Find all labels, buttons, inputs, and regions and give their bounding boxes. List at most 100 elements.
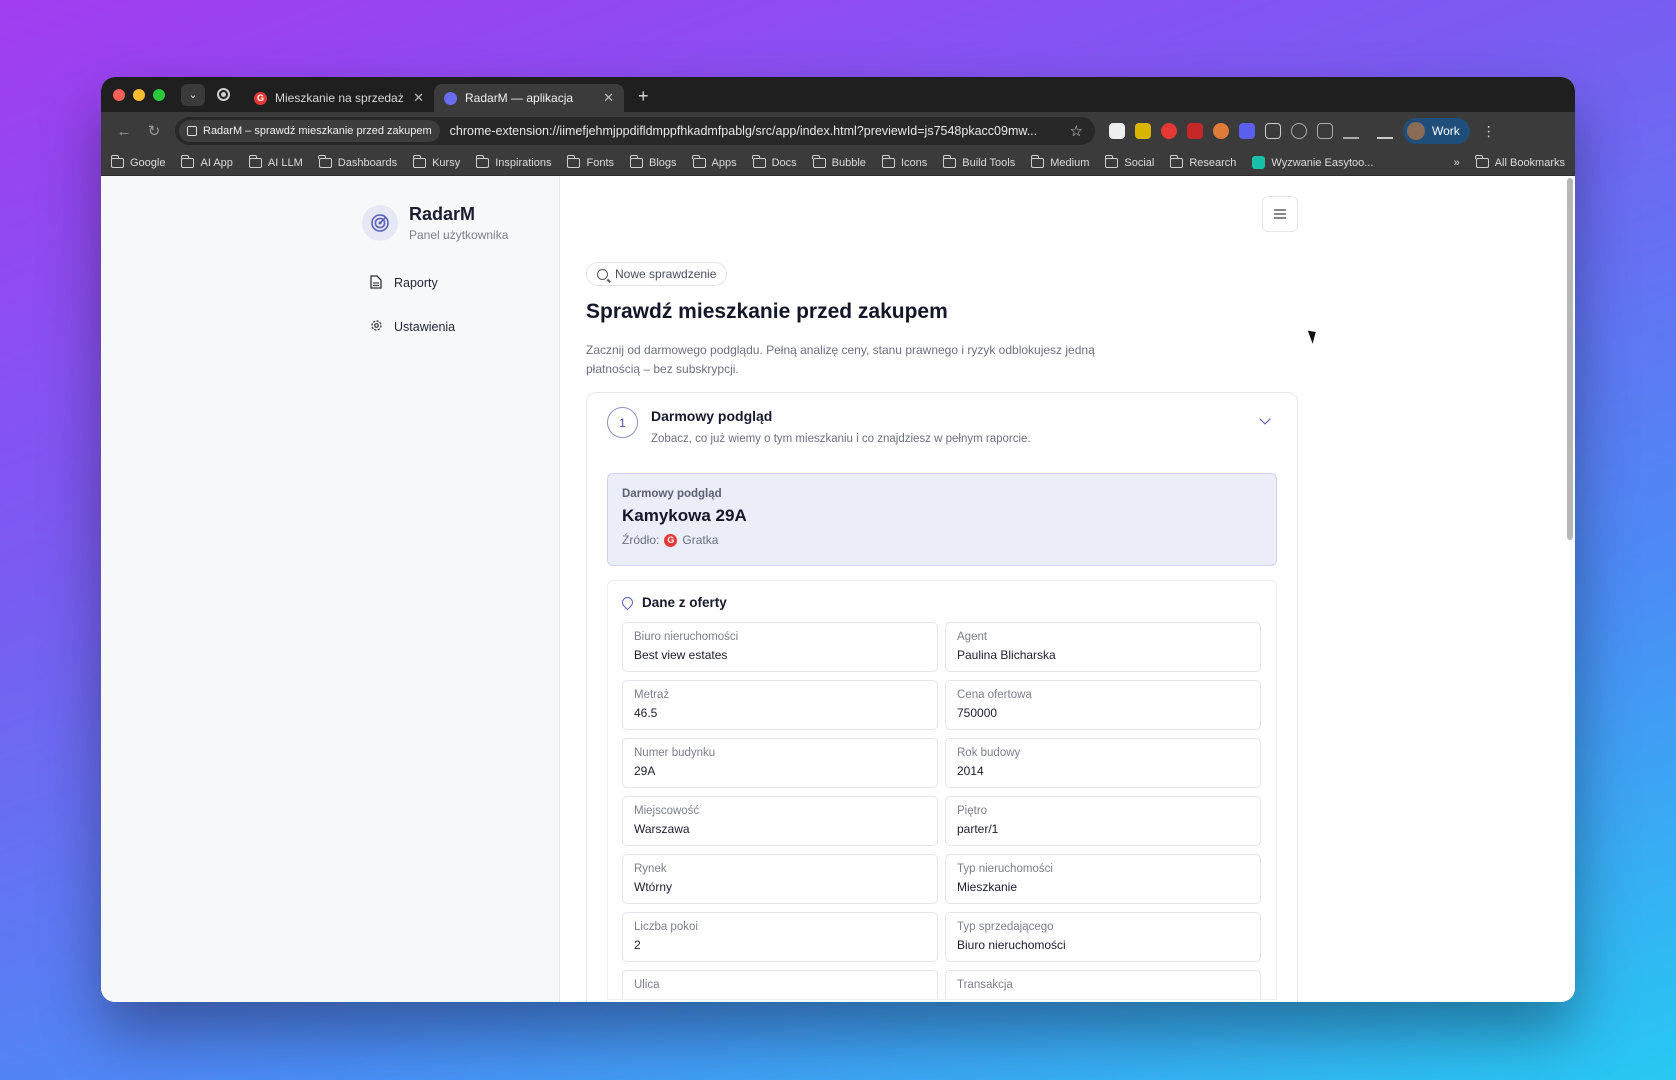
field-miejscowosc: Miejscowość Warszawa (622, 796, 938, 846)
bookmark-star-icon[interactable]: ☆ (1070, 122, 1083, 140)
search-icon (597, 268, 608, 280)
hamburger-menu-button[interactable] (1262, 196, 1298, 232)
link-icon[interactable] (1343, 123, 1359, 139)
preview-address: Kamykowa 29A (622, 506, 747, 525)
new-tab-button[interactable]: + (638, 86, 649, 107)
bookmark-item[interactable]: Docs (752, 154, 797, 169)
bookmark-item[interactable]: Wyzwanie Easytoo... (1252, 156, 1373, 169)
extension-chip[interactable]: RadarM – sprawdź mieszkanie przed zakupe… (179, 120, 440, 142)
bookmark-item[interactable]: Bubble (812, 154, 866, 169)
field-label: Ulica (634, 979, 660, 991)
extension-radarm-icon[interactable] (1239, 123, 1255, 139)
bookmark-item[interactable]: Social (1104, 154, 1155, 169)
folder-icon (1475, 154, 1489, 168)
translate-icon[interactable] (1317, 123, 1333, 139)
bookmark-item[interactable]: AI App (181, 154, 233, 169)
reload-icon[interactable]: ↻ (139, 122, 169, 140)
bookmark-item[interactable]: Research (1169, 154, 1236, 169)
offer-title-text: Dane z oferty (642, 595, 727, 610)
field-value: 46.5 (634, 706, 658, 720)
bookmark-item[interactable]: AI LLM (248, 154, 303, 169)
step-description: Zobacz, co już wiemy o tym mieszkaniu i … (651, 433, 1031, 445)
extension-sun-icon[interactable] (1213, 123, 1229, 139)
tab-title: RadarM — aplikacja (465, 91, 574, 105)
sidebar-item-raporty[interactable]: Raporty (370, 272, 559, 294)
radarm-favicon-icon (444, 91, 457, 105)
step-header[interactable]: 1 Darmowy podgląd Zobacz, co już wiemy o… (587, 393, 1297, 459)
sidebar-item-label: Raporty (394, 276, 438, 290)
bookmark-item[interactable]: Google (110, 154, 165, 169)
bookmark-item[interactable]: Inspirations (475, 154, 551, 169)
field-value: Mieszkanie (957, 880, 1018, 894)
maximize-window-button[interactable] (153, 88, 165, 101)
extension-bird-icon[interactable] (1109, 123, 1125, 139)
address-bar[interactable]: RadarM – sprawdź mieszkanie przed zakupe… (175, 117, 1095, 145)
folder-icon (692, 154, 706, 168)
tab-gratka[interactable]: G Mieszkanie na sprzedaż 46 m ✕ (244, 84, 434, 112)
field-transakcja: Transakcja (945, 970, 1261, 999)
folder-icon (1104, 154, 1119, 168)
badge-label: Nowe sprawdzenie (615, 267, 717, 281)
field-pietro: Piętro parter/1 (945, 796, 1261, 846)
extensions-puzzle-icon[interactable] (1265, 123, 1281, 139)
bookmark-item[interactable]: Medium (1030, 154, 1089, 169)
bookmark-label: Build Tools (962, 156, 1016, 169)
field-agent: Agent Paulina Blicharska (945, 622, 1261, 672)
extension-cursor-icon[interactable] (1187, 123, 1203, 139)
bookmark-item[interactable]: Fonts (567, 154, 614, 169)
close-tab-icon[interactable]: ✕ (413, 90, 424, 106)
field-value: Paulina Blicharska (957, 648, 1056, 662)
folder-icon (752, 154, 766, 168)
location-pin-icon (619, 594, 636, 611)
menu-kebab-icon[interactable]: ⋮ (1482, 123, 1496, 140)
field-label: Transakcja (957, 979, 1013, 991)
field-label: Typ nieruchomości (957, 863, 1053, 875)
hamburger-icon (1274, 209, 1286, 219)
bookmark-label: Social (1124, 156, 1155, 169)
bookmark-label: Bubble (831, 156, 866, 169)
close-tab-icon[interactable]: ✕ (603, 90, 614, 106)
incognito-icon[interactable] (1291, 123, 1307, 139)
profile-button[interactable]: Work (1403, 118, 1470, 144)
bookmarks-overflow-button[interactable]: » (1454, 157, 1460, 169)
bookmark-item[interactable]: Dashboards (318, 154, 397, 169)
brand-subtitle: Panel użytkownika (409, 228, 509, 242)
extension-icon (187, 126, 197, 136)
page-lead: Zacznij od darmowego podglądu. Pełną ana… (586, 343, 1095, 376)
all-bookmarks[interactable]: All Bookmarks (1475, 154, 1565, 169)
tab-bar: ⌄ G Mieszkanie na sprzedaż 46 m ✕ RadarM… (101, 77, 1575, 112)
sidebar-item-ustawienia[interactable]: Ustawienia (370, 316, 559, 338)
gratka-logo-icon: G (664, 533, 678, 547)
field-cena: Cena ofertowa 750000 (945, 680, 1261, 730)
bookmark-label: Icons (900, 156, 928, 169)
extension-red-icon[interactable] (1161, 123, 1177, 139)
bookmark-item[interactable]: Apps (692, 154, 737, 169)
easytools-icon (1252, 156, 1266, 169)
folder-icon (812, 154, 826, 168)
preview-source: Źródło: G Gratka (622, 533, 1262, 547)
bookmark-label: Docs (771, 156, 797, 169)
chevron-down-icon[interactable] (1259, 413, 1271, 425)
bookmark-item[interactable]: Kursy (412, 154, 460, 169)
tab-search-button[interactable]: ⌄ (181, 83, 205, 106)
download-icon[interactable] (1377, 123, 1393, 139)
tab-title: Mieszkanie na sprzedaż 46 m (275, 91, 407, 105)
field-metraz: Metraż 46.5 (622, 680, 938, 730)
offer-fields-grid: Biuro nieruchomości Best view estates Age… (622, 622, 1262, 999)
url-text[interactable]: chrome-extension://iimefjehmjppdifldmppf… (450, 124, 1062, 138)
bookmark-item[interactable]: Build Tools (942, 154, 1016, 169)
browser-toolbar: ← ↻ RadarM – sprawdź mieszkanie przed za… (101, 112, 1575, 150)
record-icon[interactable] (217, 88, 230, 101)
bookmark-item[interactable]: Icons (881, 154, 928, 169)
field-label: Piętro (957, 805, 988, 817)
close-window-button[interactable] (113, 88, 125, 101)
back-icon[interactable]: ← (109, 123, 139, 140)
tab-radarm[interactable]: RadarM — aplikacja ✕ (434, 84, 624, 112)
minimize-window-button[interactable] (133, 88, 145, 101)
field-rok-budowy: Rok budowy 2014 (945, 738, 1261, 788)
brand: RadarM Panel użytkownika (362, 204, 559, 242)
page-scrollbar[interactable] (1567, 178, 1573, 540)
bookmark-item[interactable]: Blogs (629, 154, 677, 169)
extension-yellow-icon[interactable] (1135, 123, 1151, 139)
extensions-row (1109, 123, 1393, 139)
